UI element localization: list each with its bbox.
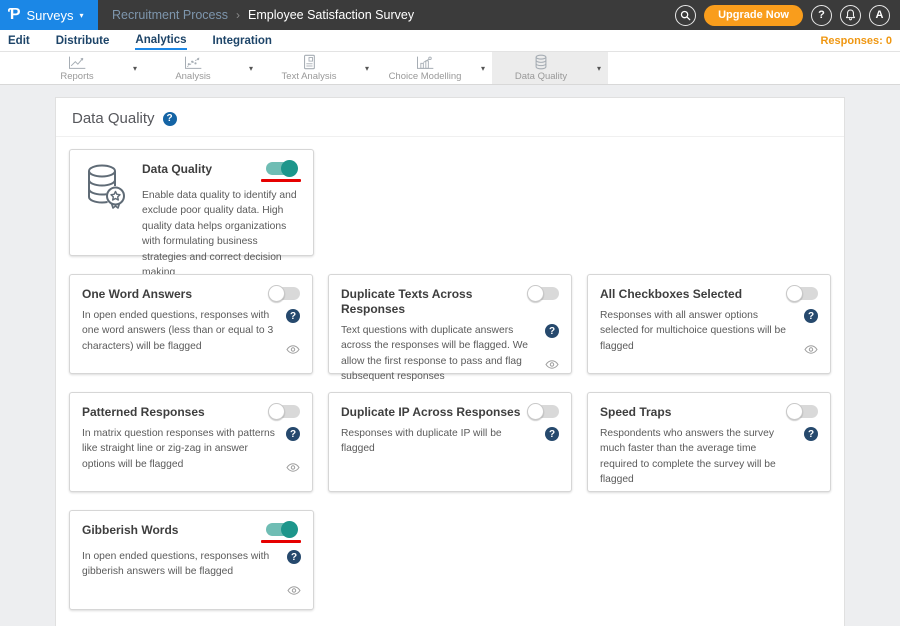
card-title: Duplicate Texts Across Responses bbox=[341, 287, 491, 317]
chevron-down-icon[interactable]: ▾ bbox=[358, 64, 376, 73]
card-title: Data Quality bbox=[142, 162, 212, 177]
panel-body: Data Quality Enable data quality to iden… bbox=[56, 137, 844, 626]
card-patterned-responses: Patterned Responses In matrix question r… bbox=[69, 392, 313, 492]
text-analysis-icon bbox=[301, 54, 317, 70]
card-duplicate-texts: Duplicate Texts Across Responses Text qu… bbox=[328, 274, 572, 374]
card-title: All Checkboxes Selected bbox=[600, 287, 742, 302]
help-icon[interactable]: ? bbox=[545, 324, 559, 338]
database-badge-icon bbox=[82, 162, 128, 281]
speed-traps-toggle[interactable] bbox=[788, 405, 818, 418]
data-quality-toggle[interactable] bbox=[266, 162, 296, 175]
chevron-down-icon[interactable]: ▾ bbox=[474, 64, 492, 73]
questionpro-logo-icon: Ƥ bbox=[8, 7, 21, 23]
eye-icon[interactable] bbox=[545, 360, 559, 369]
help-icon[interactable]: ? bbox=[804, 427, 818, 441]
help-icon[interactable]: ? bbox=[545, 427, 559, 441]
breadcrumb-separator-icon: › bbox=[236, 8, 240, 22]
nav-analytics[interactable]: Analytics bbox=[135, 31, 186, 50]
help-icon[interactable]: ? bbox=[804, 309, 818, 323]
eye-icon[interactable] bbox=[804, 345, 818, 354]
analysis-icon bbox=[183, 55, 203, 70]
surveys-menu[interactable]: Ƥ Surveys ▾ bbox=[0, 0, 98, 30]
red-annotation-line bbox=[261, 179, 301, 182]
data-quality-icon bbox=[533, 54, 549, 70]
nav-edit[interactable]: Edit bbox=[8, 32, 30, 49]
nav-integration[interactable]: Integration bbox=[213, 32, 272, 49]
card-description: Responses with duplicate IP will be flag… bbox=[341, 426, 537, 457]
search-button[interactable] bbox=[675, 5, 696, 26]
card-row-1: Data Quality Enable data quality to iden… bbox=[69, 149, 831, 256]
chevron-down-icon[interactable]: ▾ bbox=[242, 64, 260, 73]
card-title: Patterned Responses bbox=[82, 405, 205, 420]
page-title: Data Quality bbox=[72, 110, 155, 127]
card-one-word-answers: One Word Answers In open ended questions… bbox=[69, 274, 313, 374]
card-duplicate-ip: Duplicate IP Across Responses Responses … bbox=[328, 392, 572, 492]
red-annotation-line bbox=[261, 540, 301, 543]
card-row-2: One Word Answers In open ended questions… bbox=[69, 274, 831, 374]
search-icon bbox=[680, 10, 691, 21]
tab-reports[interactable]: Reports ▾ bbox=[28, 52, 144, 84]
analytics-toolbar: Reports ▾ Analysis ▾ Text Analysis ▾ Cho… bbox=[0, 52, 900, 85]
chevron-down-icon: ▾ bbox=[79, 11, 83, 20]
help-icon[interactable]: ? bbox=[286, 309, 300, 323]
card-title: One Word Answers bbox=[82, 287, 192, 302]
help-icon[interactable]: ? bbox=[287, 550, 301, 564]
survey-nav: Edit Distribute Analytics Integration Re… bbox=[0, 30, 900, 52]
card-title: Duplicate IP Across Responses bbox=[341, 405, 520, 420]
card-title: Speed Traps bbox=[600, 405, 671, 420]
patterned-responses-toggle[interactable] bbox=[270, 405, 300, 418]
eye-icon[interactable] bbox=[286, 463, 300, 472]
gibberish-words-toggle[interactable] bbox=[266, 523, 296, 536]
duplicate-texts-toggle[interactable] bbox=[529, 287, 559, 300]
choice-modelling-icon bbox=[415, 55, 435, 70]
top-bar: Ƥ Surveys ▾ Recruitment Process › Employ… bbox=[0, 0, 900, 30]
all-checkboxes-toggle[interactable] bbox=[788, 287, 818, 300]
card-row-3: Patterned Responses In matrix question r… bbox=[69, 392, 831, 492]
responses-count[interactable]: Responses: 0 bbox=[820, 35, 892, 47]
card-description: Responses with all answer options select… bbox=[600, 308, 796, 354]
card-speed-traps: Speed Traps Respondents who answers the … bbox=[587, 392, 831, 492]
breadcrumb: Recruitment Process › Employee Satisfact… bbox=[98, 0, 414, 30]
help-icon[interactable]: ? bbox=[286, 427, 300, 441]
breadcrumb-parent[interactable]: Recruitment Process bbox=[112, 8, 228, 22]
avatar[interactable]: A bbox=[869, 5, 890, 26]
product-name: Surveys bbox=[27, 8, 74, 23]
eye-icon[interactable] bbox=[286, 345, 300, 354]
card-description: Respondents who answers the survey much … bbox=[600, 426, 796, 488]
card-gibberish-words: Gibberish Words In open ended questions,… bbox=[69, 510, 314, 610]
tab-text-analysis[interactable]: Text Analysis ▾ bbox=[260, 52, 376, 84]
bell-icon bbox=[845, 9, 856, 21]
tab-choice-modelling[interactable]: Choice Modelling ▾ bbox=[376, 52, 492, 84]
card-row-4: Gibberish Words In open ended questions,… bbox=[69, 510, 831, 610]
breadcrumb-current: Employee Satisfaction Survey bbox=[248, 8, 414, 22]
main-content: Data Quality ? bbox=[0, 85, 900, 626]
chevron-down-icon[interactable]: ▾ bbox=[126, 64, 144, 73]
panel-header: Data Quality ? bbox=[56, 98, 844, 137]
card-description: In open ended questions, responses with … bbox=[82, 549, 279, 595]
reports-icon bbox=[67, 55, 87, 70]
notifications-button[interactable] bbox=[840, 5, 861, 26]
card-description: Text questions with duplicate answers ac… bbox=[341, 323, 537, 385]
duplicate-ip-toggle[interactable] bbox=[529, 405, 559, 418]
card-description: Enable data quality to identify and excl… bbox=[142, 188, 301, 281]
eye-icon[interactable] bbox=[287, 586, 301, 595]
nav-distribute[interactable]: Distribute bbox=[56, 32, 110, 49]
help-icon[interactable]: ? bbox=[163, 112, 177, 126]
card-data-quality-master: Data Quality Enable data quality to iden… bbox=[69, 149, 314, 256]
card-description: In open ended questions, responses with … bbox=[82, 308, 278, 354]
card-title: Gibberish Words bbox=[82, 523, 178, 538]
chevron-down-icon[interactable]: ▾ bbox=[590, 64, 608, 73]
one-word-answers-toggle[interactable] bbox=[270, 287, 300, 300]
help-button[interactable]: ? bbox=[811, 5, 832, 26]
card-all-checkboxes: All Checkboxes Selected Responses with a… bbox=[587, 274, 831, 374]
data-quality-panel: Data Quality ? bbox=[55, 97, 845, 626]
tab-data-quality[interactable]: Data Quality ▾ bbox=[492, 52, 608, 84]
upgrade-now-button[interactable]: Upgrade Now bbox=[704, 5, 803, 26]
topbar-actions: Upgrade Now ? A bbox=[675, 0, 900, 30]
tab-analysis[interactable]: Analysis ▾ bbox=[144, 52, 260, 84]
card-description: In matrix question responses with patter… bbox=[82, 426, 278, 472]
